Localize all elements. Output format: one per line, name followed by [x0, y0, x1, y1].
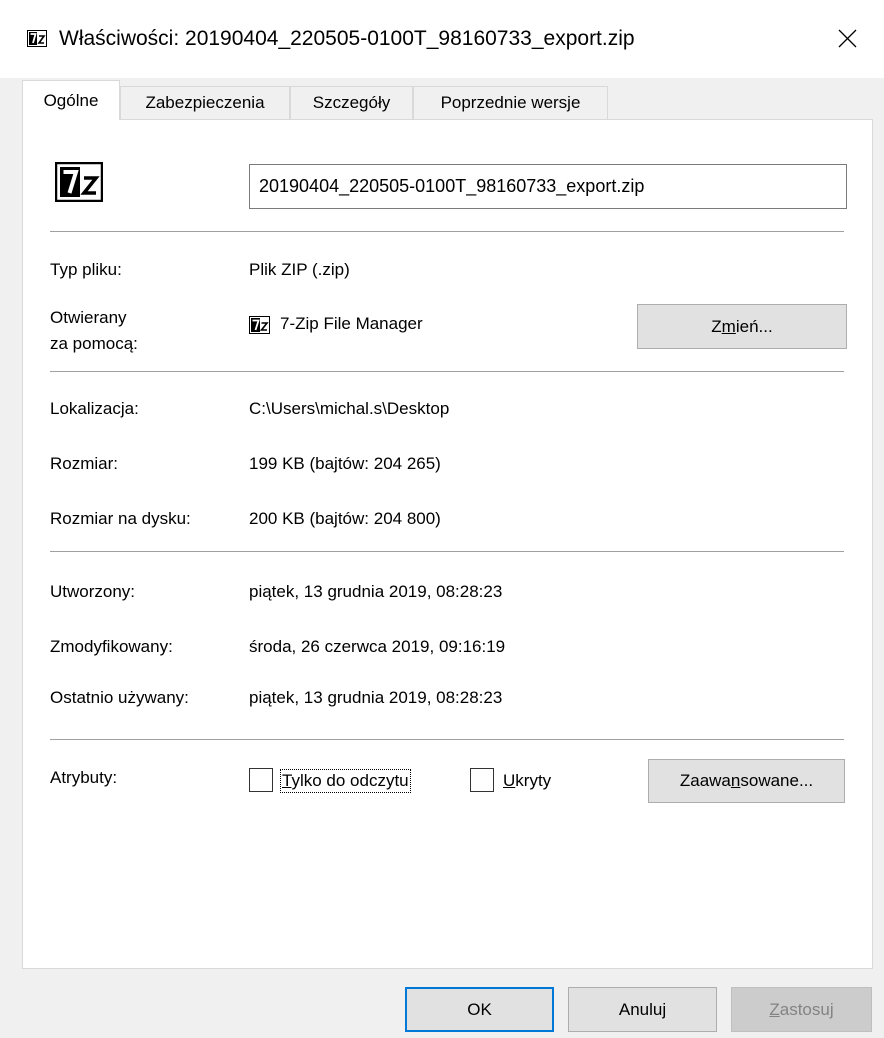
accessed-label: Ostatnio używany:	[50, 688, 189, 707]
hidden-label-text: kryty	[515, 771, 552, 790]
attributes-label: Atrybuty:	[50, 768, 118, 787]
properties-dialog: Właściwości: 20190404_220505-0100T_98160…	[0, 0, 884, 1038]
readonly-checkbox[interactable]	[249, 768, 273, 792]
close-button[interactable]	[812, 0, 884, 78]
size-on-disk-label: Rozmiar na dysku:	[50, 509, 191, 528]
separator	[50, 739, 844, 740]
hidden-mnemonic: U	[503, 771, 516, 790]
tab-general[interactable]: Ogólne	[22, 80, 120, 120]
change-button[interactable]: Zmień...	[637, 304, 847, 349]
created-value: piątek, 13 grudnia 2019, 08:28:23	[249, 582, 503, 601]
cancel-button[interactable]: Anuluj	[568, 987, 717, 1032]
advanced-button-label-start: Zaawa	[679, 771, 731, 790]
apply-button[interactable]: Zastosuj	[731, 987, 872, 1032]
general-tab-panel: Typ pliku: Plik ZIP (.zip) Otwierany za …	[22, 119, 873, 969]
opens-with-label-line2: za pomocą:	[50, 334, 138, 353]
file-type-value: Plik ZIP (.zip)	[249, 260, 350, 279]
close-icon	[838, 29, 857, 48]
change-button-label-end: ień...	[735, 316, 773, 336]
modified-value: środa, 26 czerwca 2019, 09:16:19	[249, 637, 506, 656]
apply-mnemonic: Z	[769, 999, 780, 1019]
change-button-mnemonic: m	[721, 316, 736, 336]
apply-label: astosuj	[779, 999, 834, 1019]
advanced-button-mnemonic: n	[730, 771, 741, 790]
advanced-button-label-end: sowane...	[740, 771, 814, 790]
change-button-label-start: Z	[711, 316, 722, 336]
location-label: Lokalizacja:	[50, 399, 139, 418]
location-value: C:\Users\michal.s\Desktop	[249, 399, 450, 418]
advanced-button[interactable]: Zaawansowane...	[648, 759, 845, 803]
opens-with-label-line1: Otwierany	[50, 308, 127, 327]
ok-button[interactable]: OK	[405, 987, 554, 1032]
tab-security[interactable]: Zabezpieczenia	[120, 86, 290, 120]
opens-with-value: 7-Zip File Manager	[280, 314, 423, 333]
hidden-label[interactable]: Ukryty	[503, 771, 551, 791]
size-on-disk-value: 200 KB (bajtów: 204 800)	[249, 509, 441, 528]
created-label: Utworzony:	[50, 582, 136, 601]
tab-details[interactable]: Szczegóły	[290, 86, 413, 120]
file-name-input[interactable]	[249, 164, 847, 209]
7zip-icon	[27, 30, 47, 47]
separator	[50, 371, 844, 372]
hidden-checkbox[interactable]	[470, 768, 494, 792]
7zip-icon	[249, 316, 270, 334]
accessed-value: piątek, 13 grudnia 2019, 08:28:23	[249, 688, 503, 707]
window-title: Właściwości: 20190404_220505-0100T_98160…	[59, 27, 635, 50]
separator	[50, 551, 844, 552]
readonly-label-text: ylko do odczytu	[291, 771, 409, 790]
modified-label: Zmodyfikowany:	[50, 637, 173, 656]
separator	[50, 231, 844, 232]
size-label: Rozmiar:	[50, 454, 119, 473]
size-value: 199 KB (bajtów: 204 265)	[249, 454, 441, 473]
7zip-icon	[55, 162, 103, 202]
tab-previous-versions[interactable]: Poprzednie wersje	[413, 86, 608, 120]
readonly-label[interactable]: Tylko do odczytu	[280, 769, 411, 793]
title-bar[interactable]: Właściwości: 20190404_220505-0100T_98160…	[0, 0, 884, 78]
file-type-label: Typ pliku:	[50, 260, 122, 279]
